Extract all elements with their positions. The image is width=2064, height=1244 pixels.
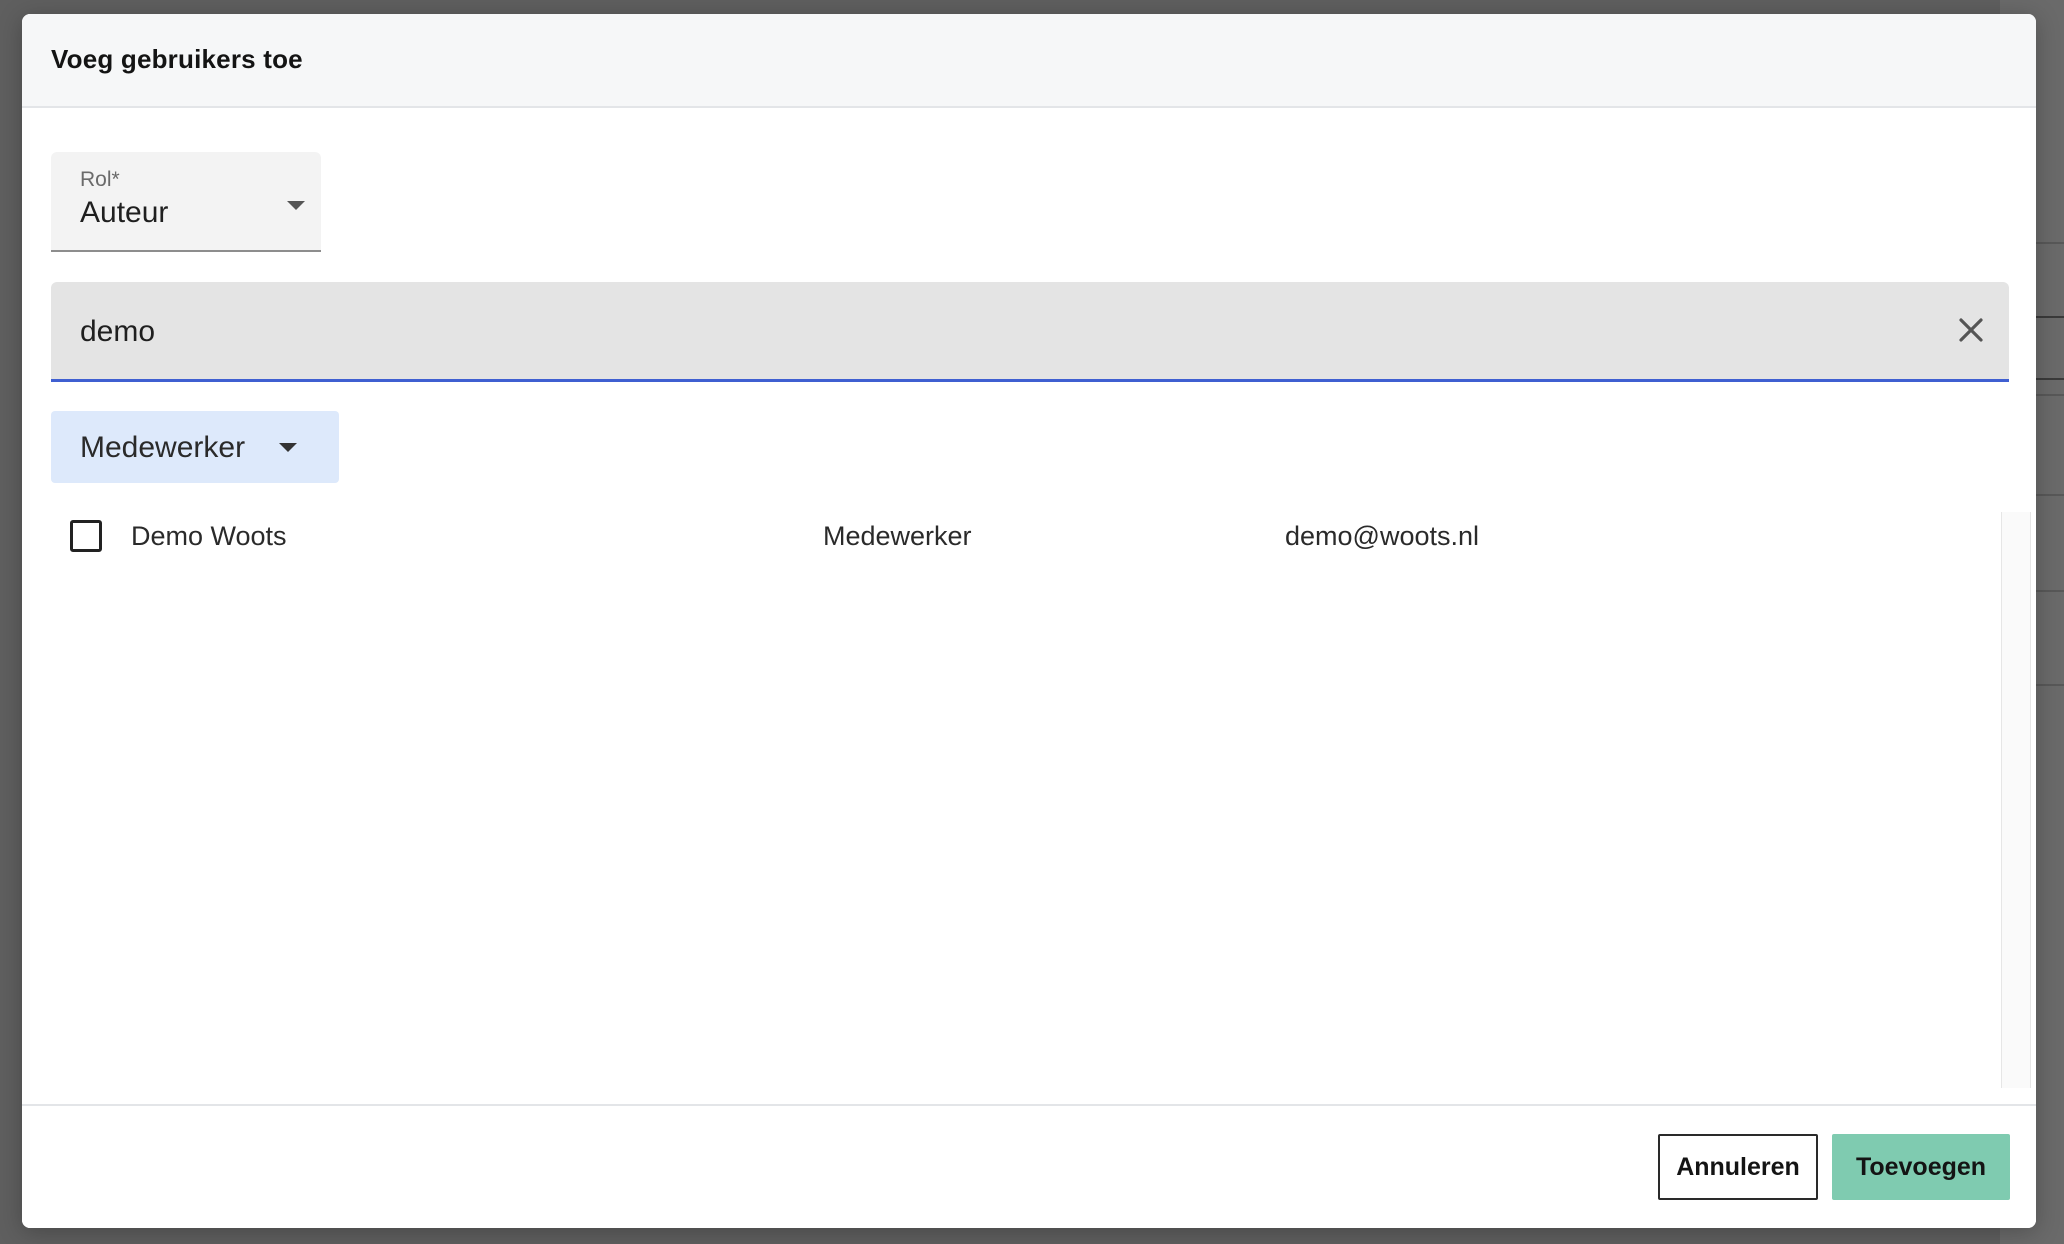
row-checkbox[interactable]	[70, 520, 102, 552]
search-input[interactable]	[80, 310, 1900, 354]
role-select-label: Rol*	[80, 168, 120, 191]
cancel-button[interactable]: Annuleren	[1658, 1134, 1818, 1200]
dialog-header: Voeg gebruikers toe	[22, 14, 2036, 108]
user-search-field[interactable]	[51, 282, 2009, 382]
user-email: demo@woots.nl	[1285, 521, 1479, 551]
user-type-filter[interactable]: Medewerker	[51, 411, 339, 483]
dialog-footer: Annuleren Toevoegen	[22, 1104, 2036, 1228]
add-button[interactable]: Toevoegen	[1832, 1134, 2010, 1200]
role-select-value: Auteur	[80, 196, 169, 229]
user-type-filter-label: Medewerker	[80, 431, 246, 464]
table-row[interactable]: Demo Woots Medewerker demo@woots.nl	[51, 498, 1979, 574]
search-results-list: Demo Woots Medewerker demo@woots.nl	[51, 498, 2031, 1088]
user-type: Medewerker	[823, 521, 972, 551]
close-icon[interactable]	[1951, 310, 1991, 350]
role-select[interactable]: Rol* Auteur	[51, 152, 321, 252]
chevron-down-icon	[279, 443, 297, 452]
add-users-dialog: Voeg gebruikers toe Rol* Auteur Medewerk…	[22, 14, 2036, 1228]
chevron-down-icon	[287, 201, 305, 210]
dialog-title: Voeg gebruikers toe	[51, 44, 303, 74]
results-scrollbar[interactable]	[2001, 512, 2031, 1088]
user-name: Demo Woots	[131, 521, 287, 551]
